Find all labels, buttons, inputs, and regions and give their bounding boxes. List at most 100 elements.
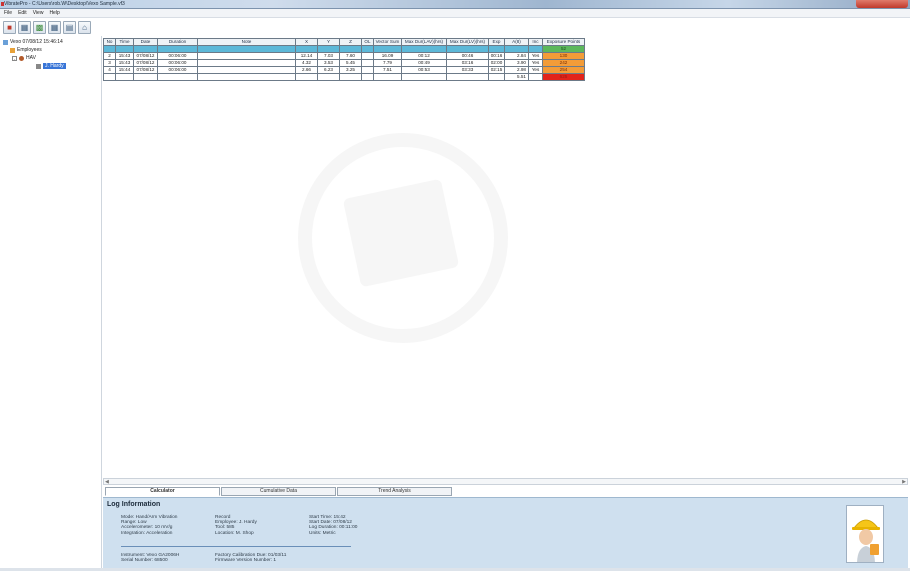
tab-calculator[interactable]: Calculator	[105, 487, 220, 496]
table-cell	[528, 73, 543, 81]
table-cell	[361, 73, 374, 81]
table-cell: 3.53	[317, 59, 340, 67]
table-cell: 00:16	[488, 52, 505, 60]
table-row[interactable]: 4 15:44 07/08/12 00:06:00 2.66 6.23 3.25…	[103, 66, 585, 74]
tab-trend-analysis[interactable]: Trend Analysis	[337, 487, 452, 496]
table-cell	[115, 45, 134, 53]
table-cell: Yes	[528, 66, 543, 74]
table-row-total[interactable]: 5.51 625	[103, 73, 585, 81]
hav-icon	[19, 55, 24, 61]
col-max-dur-lv[interactable]: Max Dur(LV)(hrs)	[446, 38, 489, 46]
scroll-left-icon[interactable]: ◀	[105, 479, 109, 485]
col-max-dur-lav[interactable]: Max Dur(LAV)(hrs)	[401, 38, 447, 46]
tree-hav-label: HAV	[26, 55, 36, 61]
table-cell: 7.79	[373, 59, 402, 67]
employees-icon	[10, 47, 15, 53]
table-cell: 5.51	[504, 73, 529, 81]
table-cell: 00:53	[401, 66, 447, 74]
table-row-units[interactable]: 52	[103, 45, 585, 53]
table-cell: 3.90	[504, 59, 529, 67]
save-icon[interactable]: ▦	[18, 20, 31, 34]
log-col-mode: Mode: Hand/Arm Vibration Range: Low Acce…	[121, 515, 177, 536]
table-cell: 7.51	[373, 66, 402, 74]
col-exp[interactable]: Exp	[488, 38, 505, 46]
log-units: Units: Metric	[309, 530, 336, 536]
navigation-tree: Vexo 07/08/12 15:46:14 Employees - HAV J…	[0, 36, 102, 571]
grid-icon[interactable]: ▦	[48, 20, 61, 34]
table-cell: 00:06:00	[157, 52, 198, 60]
table-cell: 00:49	[401, 59, 447, 67]
menu-help[interactable]: Help	[49, 10, 59, 16]
col-x[interactable]: X	[295, 38, 318, 46]
table-cell: 03:16	[446, 59, 489, 67]
tree-node-employee[interactable]: J. Hardy	[36, 63, 66, 69]
exposure-points-cell: 130	[542, 52, 585, 60]
tree-employees-label: Employees	[17, 47, 42, 53]
horizontal-scrollbar[interactable]: ◀ ▶	[103, 478, 908, 485]
table-cell	[361, 59, 374, 67]
expand-icon[interactable]: -	[12, 55, 17, 61]
worker-hardhat-icon	[847, 506, 883, 562]
tab-cumulative-data[interactable]: Cumulative Data	[221, 487, 336, 496]
log-col-calibration: Factory Calibration Due: 01/03/11 Firmwa…	[215, 553, 286, 563]
print-icon[interactable]: ▤	[63, 20, 76, 34]
table-cell	[103, 73, 116, 81]
open-icon[interactable]: ■	[3, 20, 16, 34]
log-duration: Log Duration: 00:11:00	[309, 525, 358, 531]
log-information-panel: Log Information Mode: Hand/Arm Vibration…	[103, 497, 908, 568]
table-cell	[401, 73, 447, 81]
home-icon[interactable]: ⌂	[78, 20, 91, 34]
col-a8[interactable]: A(8)	[504, 38, 529, 46]
table-cell: 3	[103, 59, 116, 67]
col-inc[interactable]: Inc	[528, 38, 543, 46]
table-cell	[488, 73, 505, 81]
table-cell	[446, 73, 489, 81]
table-cell: 4.32	[295, 59, 318, 67]
log-divider	[121, 546, 351, 547]
menu-bar: File Edit View Help	[0, 9, 910, 18]
close-button[interactable]	[856, 0, 908, 8]
col-exposure-points[interactable]: Exposure Points	[542, 38, 585, 46]
col-time[interactable]: Time	[115, 38, 134, 46]
col-z[interactable]: Z	[339, 38, 362, 46]
col-y[interactable]: Y	[317, 38, 340, 46]
table-cell	[401, 45, 447, 53]
table-cell: 00:06:00	[157, 66, 198, 74]
log-col-record: Record Employee: J. Hardy Tool: 585 Loca…	[215, 515, 257, 536]
menu-edit[interactable]: Edit	[18, 10, 27, 16]
table-cell: 2.66	[295, 66, 318, 74]
col-date[interactable]: Date	[133, 38, 158, 46]
title-bar: VibratePro - C:\Users\rob.W\Desktop\Vexo…	[0, 0, 910, 9]
col-note[interactable]: Note	[197, 38, 296, 46]
table-cell: Yes	[528, 52, 543, 60]
menu-file[interactable]: File	[4, 10, 12, 16]
table-cell: 00:12	[401, 52, 447, 60]
table-cell: 7.60	[339, 52, 362, 60]
table-cell	[446, 45, 489, 53]
tree-node-employees[interactable]: Employees	[10, 47, 42, 53]
table-cell: 07/08/12	[133, 52, 158, 60]
tree-node-hav[interactable]: - HAV	[12, 55, 36, 61]
window-title: VibratePro - C:\Users\rob.W\Desktop\Vexo…	[4, 1, 125, 7]
col-vector-sum[interactable]: Vector Sum	[373, 38, 402, 46]
menu-view[interactable]: View	[33, 10, 44, 16]
table-cell	[339, 45, 362, 53]
table-cell	[103, 45, 116, 53]
data-grid-area: No Time Date Duration Note X Y Z OL Vect…	[103, 38, 908, 478]
col-ol[interactable]: OL	[361, 38, 374, 46]
col-no[interactable]: No	[103, 38, 116, 46]
table-cell	[317, 73, 340, 81]
table-cell	[197, 45, 296, 53]
log-firmware-version: Firmware Version Number: 1	[215, 558, 277, 564]
export-icon[interactable]: ▩	[33, 20, 46, 34]
exposure-points-cell: 254	[542, 66, 585, 74]
table-cell: 02:00	[488, 59, 505, 67]
toolbar: ■ ▦ ▩ ▦ ▤ ⌂	[0, 18, 102, 36]
scroll-right-icon[interactable]: ▶	[902, 479, 906, 485]
col-duration[interactable]: Duration	[157, 38, 198, 46]
table-cell	[197, 59, 296, 67]
table-cell	[115, 73, 134, 81]
table-row[interactable]: 2 15:43 07/08/12 00:06:00 12.14 7.03 7.6…	[103, 52, 585, 60]
tree-node-root[interactable]: Vexo 07/08/12 15:46:14	[3, 39, 63, 45]
table-row[interactable]: 3 15:43 07/08/12 00:06:00 4.32 3.53 5.45…	[103, 59, 585, 67]
